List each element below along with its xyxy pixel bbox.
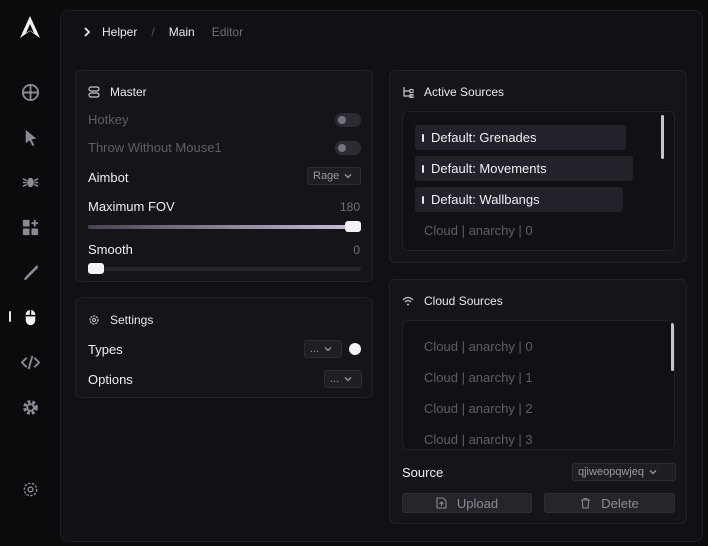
code-icon[interactable] [18, 350, 42, 374]
trash-icon [581, 497, 591, 509]
list-item-label: Cloud | anarchy | 1 [424, 370, 533, 385]
fov-slider[interactable] [88, 221, 361, 232]
list-item[interactable]: Default: Wallbangs [415, 187, 623, 212]
master-title: Master [88, 85, 147, 99]
scrollbar-thumb[interactable] [661, 115, 664, 159]
active-marker [422, 196, 424, 204]
master-title-text: Master [110, 85, 147, 99]
throw-label: Throw Without Mouse1 [88, 140, 222, 155]
list-item[interactable]: Default: Grenades [415, 125, 626, 150]
cloud-sources-title-text: Cloud Sources [424, 294, 503, 308]
master-panel: Master Hotkey Throw Without Mouse1 Aimbo… [75, 70, 373, 282]
list-item[interactable]: Default: Movements [415, 156, 633, 181]
list-item-label: Default: Grenades [431, 130, 537, 145]
list-item-label: Cloud | anarchy | 2 [424, 401, 533, 416]
settings-icon[interactable] [18, 477, 42, 501]
list-item-label: Cloud | anarchy | 0 [424, 223, 533, 238]
active-marker [422, 165, 424, 173]
chevron-down-icon [344, 377, 352, 382]
fov-value: 180 [339, 200, 360, 214]
wifi-icon [402, 296, 414, 306]
breadcrumb-item-helper[interactable]: Helper [102, 25, 137, 39]
settings-title: Settings [88, 313, 153, 327]
chevron-down-icon [324, 347, 332, 352]
source-label: Source [402, 465, 444, 480]
logo-icon [20, 16, 40, 38]
list-item[interactable]: Cloud | anarchy | 0 [415, 334, 533, 359]
active-indicator [9, 311, 11, 322]
active-sources-list[interactable]: Default: Grenades Default: Movements Def… [402, 111, 675, 251]
chevron-right-icon[interactable] [82, 27, 92, 37]
cloud-sources-list[interactable]: Cloud | anarchy | 0 Cloud | anarchy | 1 … [402, 320, 675, 450]
list-item-label: Default: Wallbangs [431, 192, 540, 207]
breadcrumb-current: Editor [211, 25, 244, 39]
breadcrumb-item-main[interactable]: Main [169, 25, 195, 39]
widgets-icon[interactable] [18, 215, 42, 239]
fov-slider-fill [88, 225, 353, 229]
list-item[interactable]: Cloud | anarchy | 3 [415, 427, 533, 449]
types-label: Types [88, 342, 123, 357]
aimbot-select-value: Rage [313, 170, 340, 182]
source-select-value: qjiweopqwjeq [578, 466, 645, 478]
cloud-sources-title: Cloud Sources [402, 294, 503, 308]
delete-button-label: Delete [601, 495, 639, 511]
layers-icon [88, 86, 100, 98]
fov-label: Maximum FOV [88, 199, 175, 214]
options-select[interactable]: ... [324, 370, 362, 388]
mouse-icon[interactable] [18, 305, 42, 329]
scrollbar-thumb[interactable] [671, 323, 674, 371]
chevron-down-icon [344, 174, 352, 179]
list-item-label: Cloud | anarchy | 3 [424, 432, 533, 447]
bug-icon[interactable] [18, 170, 42, 194]
cursor-icon[interactable] [18, 125, 42, 149]
upload-icon [436, 497, 447, 509]
smooth-value: 0 [353, 243, 360, 257]
list-item[interactable]: Cloud | anarchy | 0 [415, 218, 533, 243]
delete-button[interactable]: Delete [544, 493, 675, 513]
upload-button[interactable]: Upload [402, 493, 532, 513]
hotkey-label: Hotkey [88, 112, 129, 127]
cloud-sources-panel: Cloud Sources Cloud | anarchy | 0 Cloud … [389, 279, 687, 524]
fov-slider-thumb[interactable] [345, 221, 361, 232]
options-label: Options [88, 372, 133, 387]
smooth-label: Smooth [88, 242, 133, 257]
gear-small-icon [89, 315, 99, 325]
throw-toggle[interactable] [335, 141, 361, 155]
sidebar [0, 0, 60, 546]
list-item-label: Default: Movements [431, 161, 547, 176]
list-item[interactable]: Cloud | anarchy | 1 [415, 365, 533, 390]
chevron-down-icon [649, 470, 657, 475]
gear-icon[interactable] [18, 395, 42, 419]
tree-icon [403, 87, 414, 98]
settings-panel: Settings Types ... Options ... [75, 297, 373, 398]
aimbot-select[interactable]: Rage [307, 167, 361, 185]
active-sources-panel: Active Sources Default: Grenades Default… [389, 70, 687, 263]
smooth-slider-thumb[interactable] [88, 263, 104, 274]
hotkey-toggle[interactable] [335, 113, 361, 127]
wheel-icon[interactable] [18, 80, 42, 104]
knife-icon[interactable] [18, 260, 42, 284]
aimbot-label: Aimbot [88, 170, 129, 185]
active-sources-title-text: Active Sources [424, 85, 505, 99]
types-select-value: ... [310, 343, 320, 355]
active-marker [422, 134, 424, 142]
smooth-slider[interactable] [88, 263, 361, 274]
list-item[interactable]: Cloud | anarchy | 2 [415, 396, 533, 421]
source-select[interactable]: qjiweopqwjeq [572, 463, 676, 481]
options-select-value: ... [330, 373, 340, 385]
breadcrumb-separator: / [151, 25, 155, 39]
settings-title-text: Settings [110, 313, 154, 327]
upload-button-label: Upload [456, 495, 499, 511]
active-sources-title: Active Sources [402, 85, 504, 99]
list-item-label: Cloud | anarchy | 0 [424, 339, 533, 354]
types-select[interactable]: ... [304, 340, 342, 358]
types-color-dot[interactable] [349, 343, 361, 355]
breadcrumb: Helper / Main Editor [82, 25, 243, 39]
